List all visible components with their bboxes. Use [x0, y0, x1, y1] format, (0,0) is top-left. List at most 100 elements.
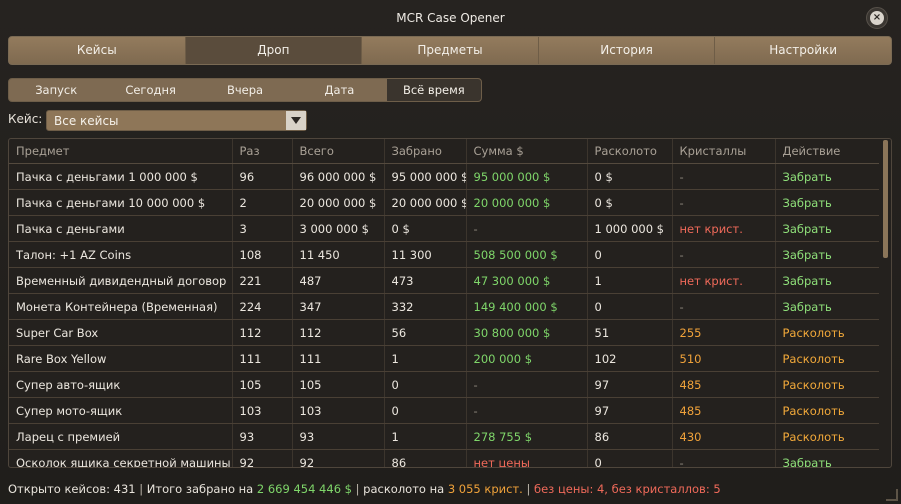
table-row[interactable]: Осколок ящика секретной машины 92 92 86 нет … — [9, 449, 879, 467]
period-tab[interactable]: Дата — [292, 79, 386, 101]
table-cell: Супер мото-ящик — [9, 397, 233, 424]
column-header[interactable]: Сумма $ — [466, 139, 588, 164]
action-link[interactable]: Забрать — [775, 267, 879, 294]
table-cell: - — [672, 241, 776, 268]
table-row[interactable]: Супер мото-ящик 103 103 0-97 485 Расколоть — [9, 397, 879, 424]
column-header[interactable]: Забрано — [384, 139, 467, 164]
table-row[interactable]: Пачка с деньгами 3 3 000 000 $0 $ -1 000 00… — [9, 215, 879, 242]
main-tab[interactable]: Предметы — [362, 37, 539, 64]
table-cell: нет крист. — [672, 267, 776, 294]
table-cell: 224 — [232, 293, 293, 320]
table-cell: 86 — [587, 423, 673, 450]
table-cell: Пачка с деньгами 1 000 000 $ — [9, 163, 233, 190]
action-link[interactable]: Забрать — [775, 449, 879, 467]
period-tab[interactable]: Всё время — [386, 79, 481, 101]
main-tab[interactable]: История — [538, 37, 716, 64]
main-tab[interactable]: Дроп — [185, 37, 363, 64]
table-row[interactable]: Ларец с премией 93 93 1 278 755 $86 430 Раскол… — [9, 423, 879, 450]
table-cell: 0 — [587, 241, 673, 268]
column-header[interactable]: Предмет — [9, 139, 233, 164]
table-cell: 0 — [587, 293, 673, 320]
action-link[interactable]: Расколоть — [775, 423, 879, 450]
table-cell: 93 — [232, 423, 293, 450]
taken-total: 2 669 454 446 $ — [256, 482, 352, 496]
action-link[interactable]: Забрать — [775, 215, 879, 242]
period-tabs: Запуск Сегодня Вчера Дата Всё время — [8, 78, 482, 102]
action-link[interactable]: Забрать — [775, 241, 879, 268]
table-scrollbar[interactable] — [883, 140, 888, 258]
table-cell: 485 — [672, 397, 776, 424]
table-cell: 3 000 000 $ — [292, 215, 385, 242]
table-cell: 97 — [587, 397, 673, 424]
table-cell: 11 300 — [384, 241, 467, 268]
column-header[interactable]: Действие — [775, 139, 879, 164]
period-tab[interactable]: Запуск — [9, 79, 103, 101]
period-tab[interactable]: Вчера — [198, 79, 292, 101]
table-row[interactable]: Супер авто-ящик 105 105 0-97 485 Расколоть — [9, 371, 879, 398]
table-row[interactable]: Талон: +1 AZ Coins 108 11 450 11 300 508 500… — [9, 241, 879, 268]
table-cell: 332 — [384, 293, 467, 320]
table-row[interactable]: Пачка с деньгами 1 000 000 $96 96 000 000… — [9, 163, 879, 190]
period-tab[interactable]: Сегодня — [103, 79, 197, 101]
column-header[interactable]: Кристаллы — [672, 139, 776, 164]
table-cell: 112 — [292, 319, 385, 346]
action-link[interactable]: Расколоть — [775, 319, 879, 346]
title-bar: MCR Case Opener × — [0, 0, 901, 34]
split-total: 3 055 крист. — [447, 482, 523, 496]
table-cell: 0 — [384, 371, 467, 398]
table-cell: 1 — [384, 345, 467, 372]
main-tab[interactable]: Кейсы — [9, 37, 186, 64]
action-link[interactable]: Забрать — [775, 189, 879, 216]
action-link[interactable]: Расколоть — [775, 345, 879, 372]
table-cell: 1 000 000 $ — [587, 215, 673, 242]
table-row[interactable]: Монета Контейнера (Временная) 224 347 332 14… — [9, 293, 879, 320]
table-cell: Осколок ящика секретной машины — [9, 449, 233, 467]
dropdown-button[interactable] — [286, 111, 306, 130]
table-cell: 2 — [232, 189, 293, 216]
table-cell: Пачка с деньгами 10 000 000 $ — [9, 189, 233, 216]
status-bar: Открыто кейсов: 431 | Итого забрано на 2… — [8, 482, 721, 496]
table-cell: 1 — [384, 423, 467, 450]
action-link[interactable]: Расколоть — [775, 397, 879, 424]
separator: | — [355, 482, 360, 496]
main-tab[interactable]: Настройки — [715, 37, 891, 64]
table-row[interactable]: Временный дивидендный договор 221 487 473 47… — [9, 267, 879, 294]
close-icon: × — [870, 11, 884, 25]
table-cell: 96 000 000 $ — [292, 163, 385, 190]
table-row[interactable]: Пачка с деньгами 10 000 000 $2 20 000 000… — [9, 189, 879, 216]
table-cell: нет крист. — [672, 215, 776, 242]
close-button[interactable]: × — [866, 7, 888, 29]
table-row[interactable]: Rare Box Yellow 111 111 1 200 000 $102 510 Рас… — [9, 345, 879, 372]
table-cell: 112 — [232, 319, 293, 346]
table-cell: 102 — [587, 345, 673, 372]
action-link[interactable]: Забрать — [775, 293, 879, 320]
table-cell: 508 500 000 $ — [466, 241, 588, 268]
table-cell: 96 — [232, 163, 293, 190]
table-cell: Супер авто-ящик — [9, 371, 233, 398]
table-cell: Временный дивидендный договор — [9, 267, 233, 294]
column-header[interactable]: Всего — [292, 139, 385, 164]
case-filter-label: Кейс: — [8, 112, 43, 126]
table-cell: 510 — [672, 345, 776, 372]
table-cell: 111 — [292, 345, 385, 372]
missing-warning: без цены: 4, без кристаллов: 5 — [534, 482, 721, 496]
table-row[interactable]: Super Car Box 112 112 56 30 800 000 $51 255 Ра… — [9, 319, 879, 346]
table-cell: 0 — [384, 397, 467, 424]
table-cell: 20 000 000 $ — [384, 189, 467, 216]
table-cell: - — [672, 189, 776, 216]
column-header[interactable]: Расколото — [587, 139, 673, 164]
table-cell: - — [466, 215, 588, 242]
table-cell: 92 — [232, 449, 293, 467]
action-link[interactable]: Расколоть — [775, 371, 879, 398]
column-header[interactable]: Раз — [232, 139, 293, 164]
table-cell: 0 $ — [587, 163, 673, 190]
resize-grip[interactable] — [886, 489, 898, 501]
table-cell: 30 800 000 $ — [466, 319, 588, 346]
table-cell: Rare Box Yellow — [9, 345, 233, 372]
table-cell: Super Car Box — [9, 319, 233, 346]
table-cell: 95 000 000 $ — [466, 163, 588, 190]
action-link[interactable]: Забрать — [775, 163, 879, 190]
case-select[interactable]: Все кейсы — [46, 110, 307, 131]
table-cell: Монета Контейнера (Временная) — [9, 293, 233, 320]
table-cell: 347 — [292, 293, 385, 320]
